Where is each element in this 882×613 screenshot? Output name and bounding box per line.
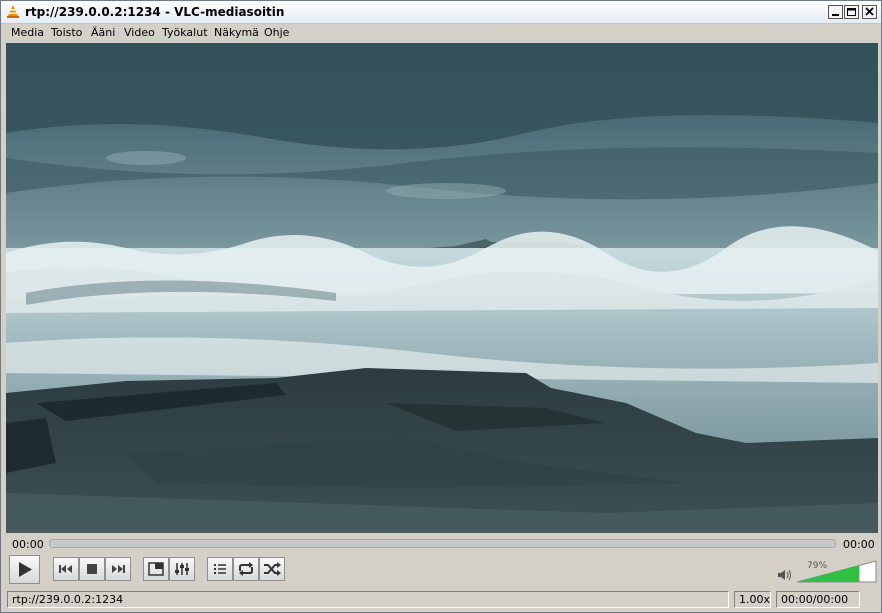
video-frame: [6, 43, 878, 533]
total-time: 00:00: [843, 538, 875, 551]
playlist-button[interactable]: [207, 557, 233, 581]
menu-view[interactable]: Näkymä: [214, 26, 259, 39]
playback-speed[interactable]: 1.00x: [734, 591, 771, 608]
shuffle-icon: [264, 562, 281, 576]
menu-bar: Media Toisto Ääni Video Työkalut Näkymä …: [1, 24, 881, 42]
maximize-button[interactable]: [844, 5, 859, 19]
fullscreen-button[interactable]: [143, 557, 169, 581]
window-title: rtp://239.0.0.2:1234 - VLC-mediasoitin: [25, 5, 285, 19]
title-bar[interactable]: rtp://239.0.0.2:1234 - VLC-mediasoitin: [1, 1, 881, 24]
vlc-cone-icon: [7, 5, 19, 18]
menu-playback[interactable]: Toisto: [51, 26, 82, 39]
play-button[interactable]: [9, 555, 40, 584]
extended-settings-button[interactable]: [169, 557, 195, 581]
stop-button[interactable]: [79, 557, 105, 581]
stop-icon: [87, 564, 97, 574]
status-source: rtp://239.0.0.2:1234: [7, 591, 729, 608]
menu-help[interactable]: Ohje: [264, 26, 289, 39]
shuffle-button[interactable]: [259, 557, 285, 581]
fullscreen-icon: [148, 562, 164, 576]
minimize-icon: [832, 14, 839, 16]
seek-slider[interactable]: [49, 539, 836, 548]
menu-audio[interactable]: Ääni: [91, 26, 115, 39]
loop-icon: [239, 562, 253, 576]
status-time[interactable]: 00:00/00:00: [776, 591, 860, 608]
play-icon: [19, 562, 32, 577]
video-output[interactable]: [6, 43, 878, 533]
menu-media[interactable]: Media: [11, 26, 44, 39]
menu-tools[interactable]: Työkalut: [162, 26, 208, 39]
next-button[interactable]: [105, 557, 131, 581]
vlc-window: rtp://239.0.0.2:1234 - VLC-mediasoitin M…: [0, 0, 882, 613]
maximize-icon: [847, 8, 856, 16]
extended-settings-icon: [175, 563, 189, 575]
minimize-button[interactable]: [828, 5, 843, 19]
volume-slider[interactable]: [797, 560, 877, 583]
elapsed-time: 00:00: [12, 538, 44, 551]
next-icon: [112, 565, 125, 573]
loop-button[interactable]: [233, 557, 259, 581]
previous-icon: [59, 565, 72, 573]
menu-video[interactable]: Video: [124, 26, 155, 39]
close-button[interactable]: [862, 5, 877, 19]
speaker-icon[interactable]: [776, 568, 792, 582]
status-bar: rtp://239.0.0.2:1234 1.00x 00:00/00:00: [1, 588, 881, 610]
close-icon: [865, 7, 874, 16]
previous-button[interactable]: [53, 557, 79, 581]
playlist-icon: [214, 564, 226, 574]
